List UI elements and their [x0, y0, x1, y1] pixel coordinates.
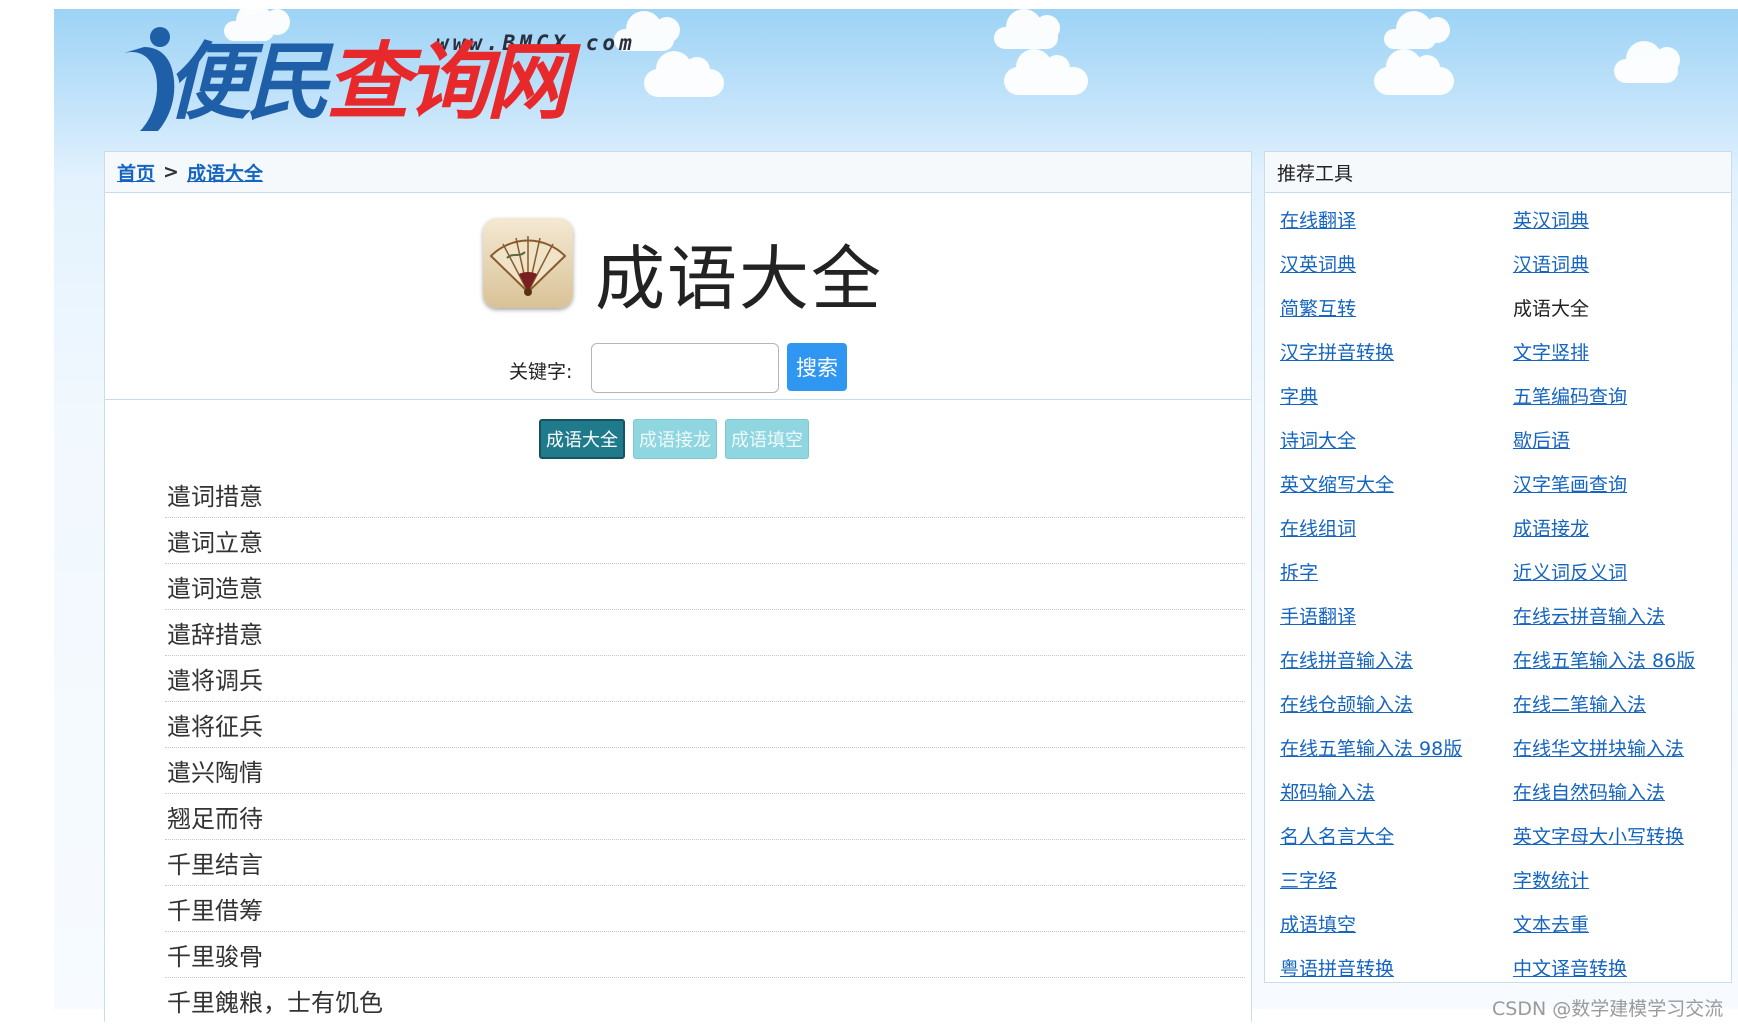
tool-link[interactable]: 汉字拼音转换 — [1280, 329, 1513, 373]
list-item[interactable]: 遣辞措意 — [165, 610, 1245, 656]
cloud-decoration — [1004, 49, 1088, 95]
tool-link[interactable]: 近义词反义词 — [1513, 549, 1738, 593]
list-item[interactable]: 遣将调兵 — [165, 656, 1245, 702]
tool-link[interactable]: 字数统计 — [1513, 857, 1738, 901]
main-panel: 首页 > 成语大全 成语大全 关键字: 搜索 成语大全 成语接龙 成语填空 遣词… — [104, 151, 1252, 1022]
tool-link[interactable]: 在线五笔输入法 86版 — [1513, 637, 1738, 681]
breadcrumb-home-link[interactable]: 首页 — [117, 159, 155, 186]
cloud-decoration — [644, 51, 724, 97]
list-item[interactable]: 千里借筹 — [165, 886, 1245, 932]
tool-link[interactable]: 英文字母大小写转换 — [1513, 813, 1738, 857]
breadcrumb-current-link[interactable]: 成语大全 — [187, 159, 263, 186]
list-item[interactable]: 遣将征兵 — [165, 702, 1245, 748]
tool-link[interactable]: 在线二笔输入法 — [1513, 681, 1738, 725]
tool-link[interactable]: 汉语词典 — [1513, 241, 1738, 285]
tool-link[interactable]: 在线云拼音输入法 — [1513, 593, 1738, 637]
tool-link[interactable]: 在线自然码输入法 — [1513, 769, 1738, 813]
tool-link[interactable]: 英汉词典 — [1513, 197, 1738, 241]
tool-link[interactable]: 成语填空 — [1280, 901, 1513, 945]
tool-link[interactable]: 三字经 — [1280, 857, 1513, 901]
cloud-decoration — [1614, 41, 1680, 83]
tool-link[interactable]: 成语接龙 — [1513, 505, 1738, 549]
folding-fan-icon — [483, 218, 573, 308]
tool-link[interactable]: 英文缩写大全 — [1280, 461, 1513, 505]
tool-link[interactable]: 汉字笔画查询 — [1513, 461, 1738, 505]
idiom-list: 遣词措意 遣词立意 遣词造意 遣辞措意 遣将调兵 遣将征兵 遣兴陶情 翘足而待 … — [165, 472, 1245, 1023]
page-header: 成语大全 关键字: 搜索 — [105, 193, 1251, 400]
keyword-label: 关键字: — [509, 361, 573, 383]
tool-link[interactable]: 在线仓颉输入法 — [1280, 681, 1513, 725]
breadcrumb-separator: > — [163, 161, 179, 183]
csdn-watermark: CSDN @数学建模学习交流 — [1492, 998, 1724, 1020]
tool-link[interactable]: 简繁互转 — [1280, 285, 1513, 329]
tool-link[interactable]: 郑码输入法 — [1280, 769, 1513, 813]
tool-link[interactable]: 文字竖排 — [1513, 329, 1738, 373]
tool-link[interactable]: 文本去重 — [1513, 901, 1738, 945]
tool-link[interactable]: 在线翻译 — [1280, 197, 1513, 241]
cloud-decoration — [1384, 11, 1450, 49]
list-item[interactable]: 遣兴陶情 — [165, 748, 1245, 794]
tab-idiom-dictionary[interactable]: 成语大全 — [539, 419, 625, 459]
search-button[interactable]: 搜索 — [787, 343, 847, 391]
site-logo[interactable]: www.BMCX.com 便民查询网 — [118, 13, 632, 143]
tool-link[interactable]: 名人名言大全 — [1280, 813, 1513, 857]
list-item[interactable]: 遣词造意 — [165, 564, 1245, 610]
list-item[interactable]: 千里骏骨 — [165, 932, 1245, 978]
list-item[interactable]: 翘足而待 — [165, 794, 1245, 840]
tool-link[interactable]: 汉英词典 — [1280, 241, 1513, 285]
recommended-tools-panel: 推荐工具 在线翻译 英汉词典 汉英词典 汉语词典 简繁互转 成语大全 汉字拼音转… — [1264, 151, 1732, 983]
list-item[interactable]: 遣词立意 — [165, 518, 1245, 564]
tool-link[interactable]: 拆字 — [1280, 549, 1513, 593]
mode-tabs: 成语大全 成语接龙 成语填空 — [539, 419, 809, 459]
cloud-decoration — [994, 9, 1060, 49]
recommended-tools-title: 推荐工具 — [1265, 152, 1731, 193]
tool-link[interactable]: 中文译音转换 — [1513, 945, 1738, 989]
list-item[interactable]: 千里餽粮，士有饥色 — [165, 978, 1245, 1023]
tool-link[interactable]: 在线组词 — [1280, 505, 1513, 549]
logo-name-part2: 查询网 — [326, 33, 570, 131]
breadcrumb: 首页 > 成语大全 — [105, 152, 1251, 193]
tool-link[interactable]: 字典 — [1280, 373, 1513, 417]
tool-link[interactable]: 在线拼音输入法 — [1280, 637, 1513, 681]
tool-link[interactable]: 歇后语 — [1513, 417, 1738, 461]
tool-link[interactable]: 在线五笔输入法 98版 — [1280, 725, 1513, 769]
tool-link[interactable]: 诗词大全 — [1280, 417, 1513, 461]
tool-link[interactable]: 粤语拼音转换 — [1280, 945, 1513, 989]
tool-current-label: 成语大全 — [1513, 297, 1590, 320]
tool-link[interactable]: 手语翻译 — [1280, 593, 1513, 637]
tools-grid: 在线翻译 英汉词典 汉英词典 汉语词典 简繁互转 成语大全 汉字拼音转换 文字竖… — [1265, 193, 1731, 989]
cloud-decoration — [1374, 49, 1454, 95]
tool-link[interactable]: 五笔编码查询 — [1513, 373, 1738, 417]
tool-link[interactable]: 在线华文拼块输入法 — [1513, 725, 1738, 769]
list-item[interactable]: 遣词措意 — [165, 472, 1245, 518]
page-title: 成语大全 — [595, 238, 883, 320]
tab-idiom-fill-blank[interactable]: 成语填空 — [725, 419, 809, 459]
logo-name: 便民查询网 — [166, 27, 570, 137]
keyword-input[interactable] — [591, 343, 779, 393]
logo-name-part1: 便民 — [166, 33, 330, 131]
tab-idiom-chain[interactable]: 成语接龙 — [633, 419, 717, 459]
list-item[interactable]: 千里结言 — [165, 840, 1245, 886]
